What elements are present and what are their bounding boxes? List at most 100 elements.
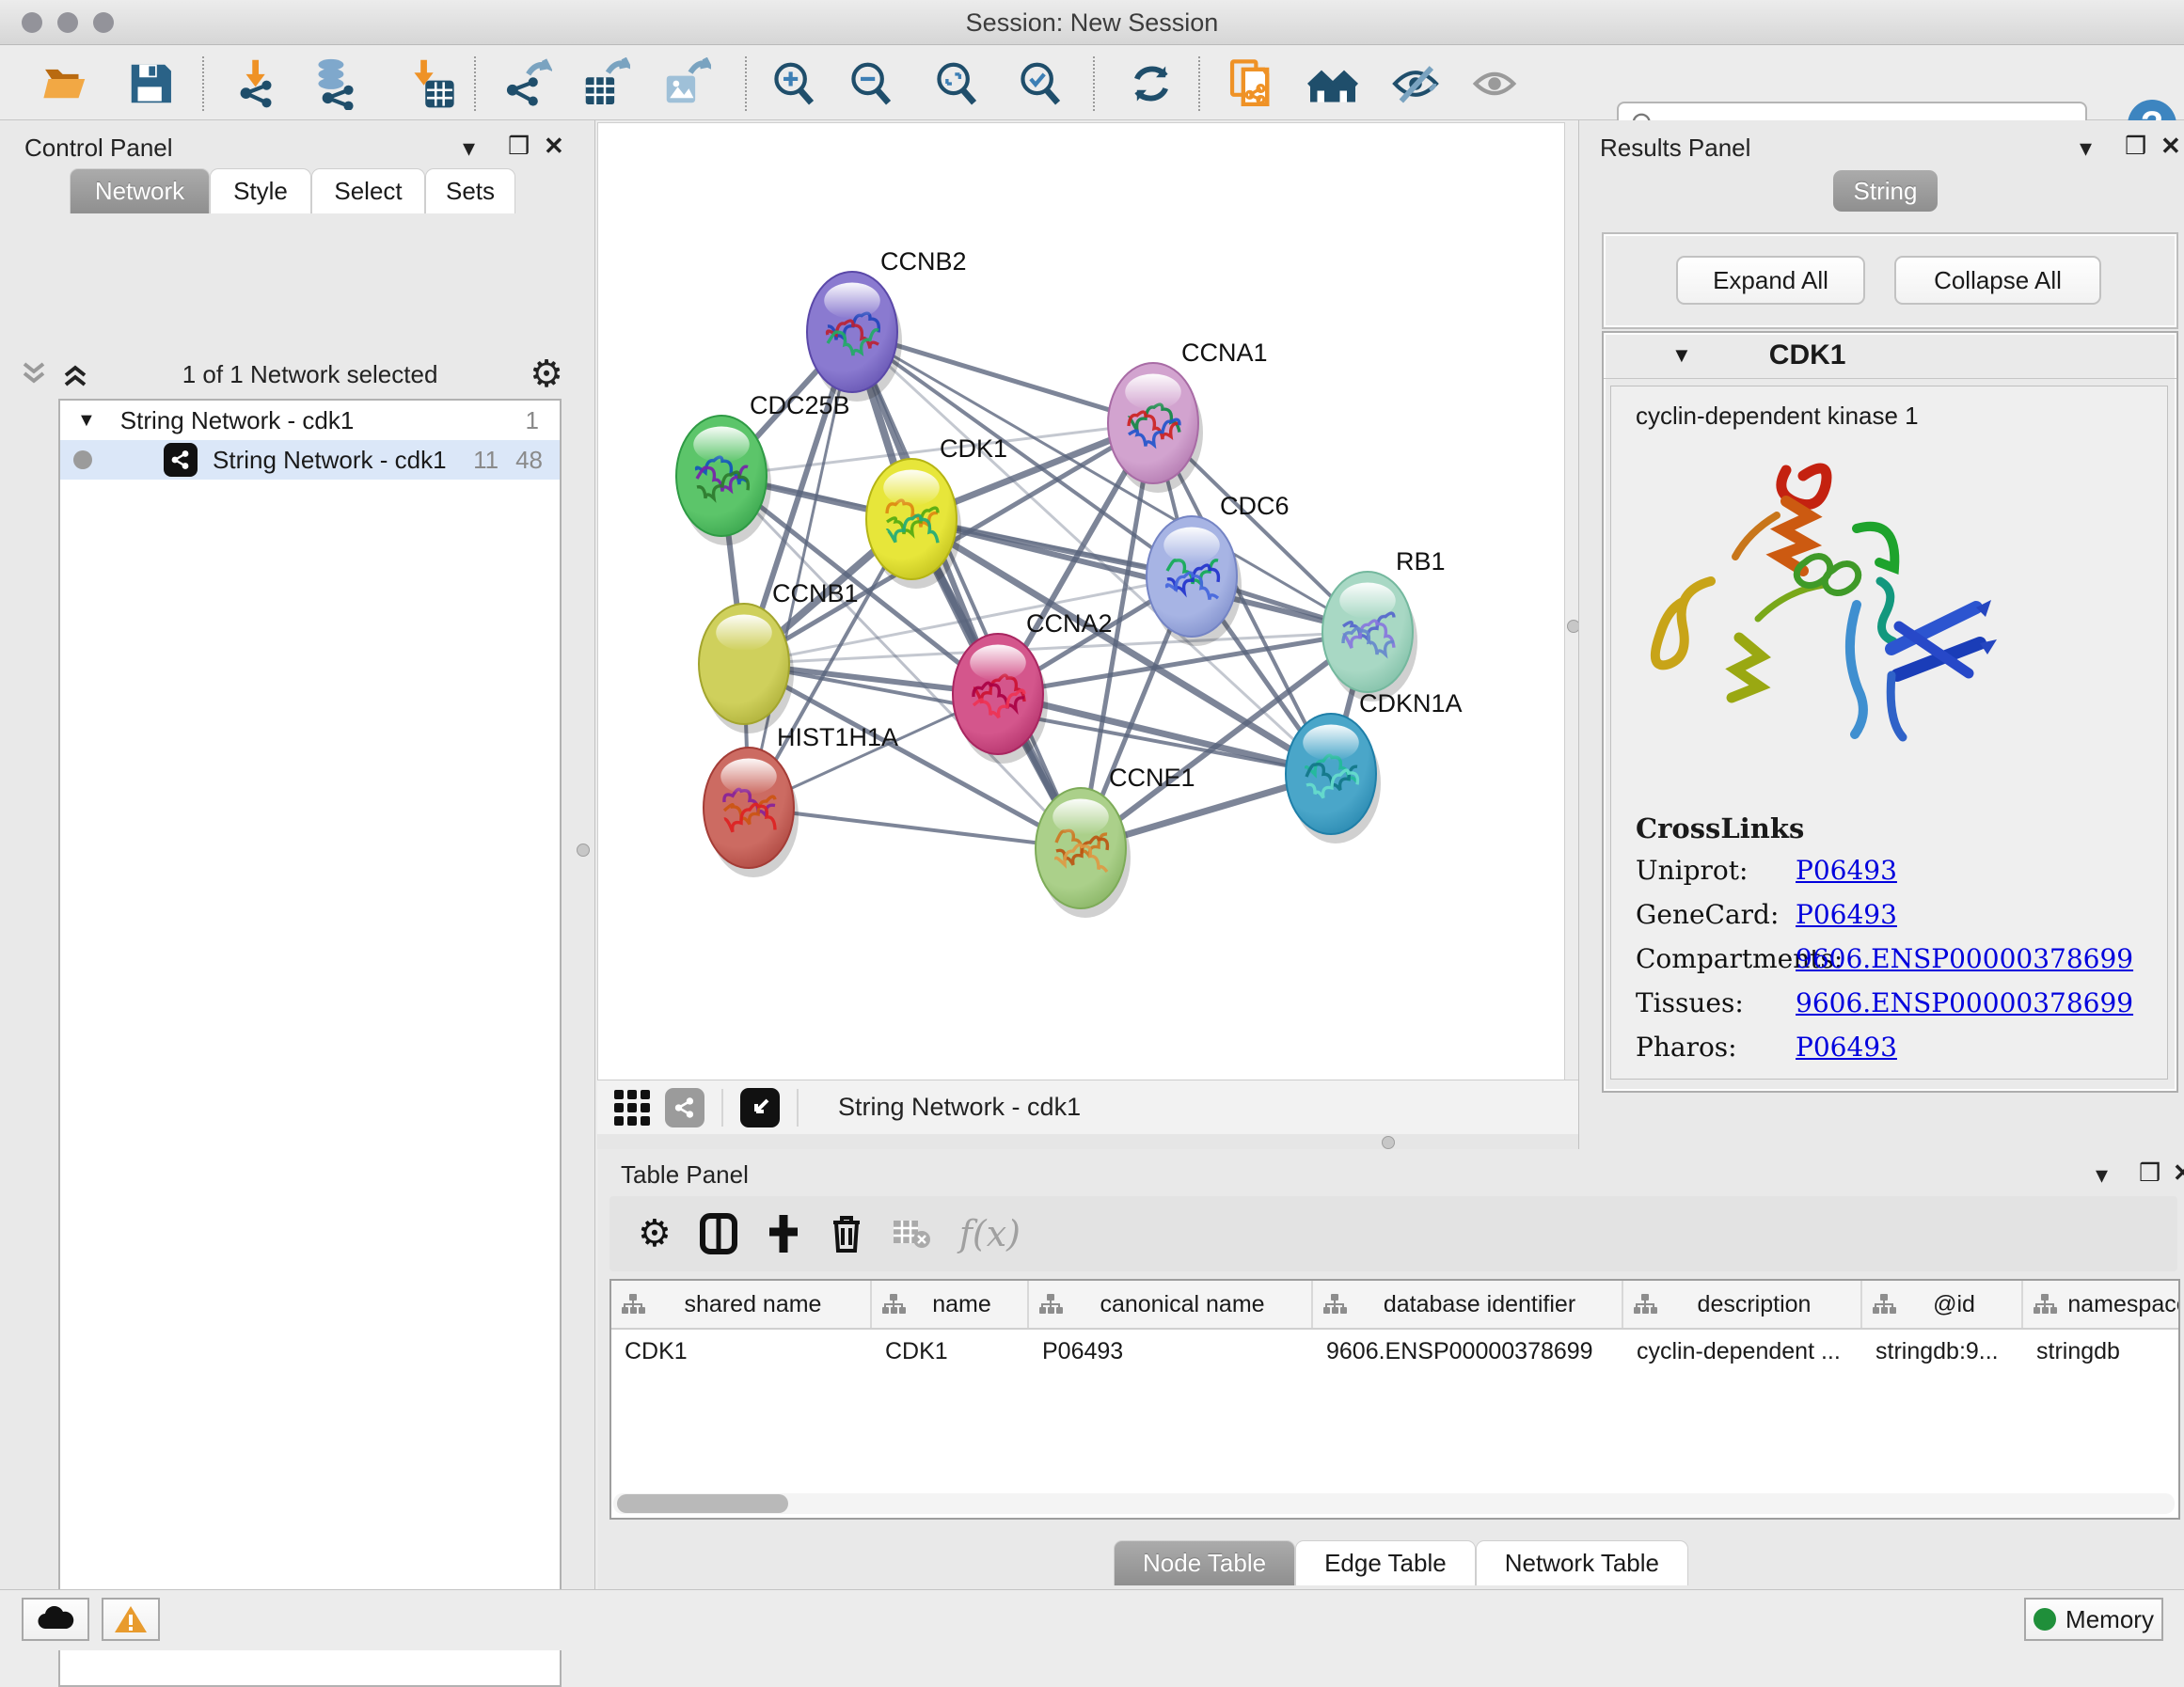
column-header-description[interactable]: description xyxy=(1623,1281,1862,1328)
edge-CCNB2-CCNE1[interactable] xyxy=(852,332,1081,848)
control-panel-close-icon[interactable]: ✕ xyxy=(544,132,564,161)
export-table-icon[interactable] xyxy=(579,58,630,109)
tree-expand-arrow-icon[interactable]: ▼ xyxy=(77,410,96,432)
node-CCNB2[interactable] xyxy=(807,272,902,402)
control-panel-title: Control Panel xyxy=(24,134,173,163)
create-column-plus-icon[interactable] xyxy=(766,1213,801,1254)
tab-sets[interactable]: Sets xyxy=(425,168,515,213)
refresh-icon[interactable] xyxy=(1126,58,1177,109)
node-CDC6[interactable] xyxy=(1147,516,1242,646)
node-CDKN1A[interactable] xyxy=(1286,714,1381,844)
crosslink-tissues-link[interactable]: 9606.ENSP00000378699 xyxy=(1796,987,2133,1018)
tab-network-table[interactable]: Network Table xyxy=(1476,1540,1688,1585)
import-network-database-icon[interactable] xyxy=(310,58,361,109)
delete-column-trash-icon[interactable] xyxy=(830,1213,863,1254)
memory-button[interactable]: Memory xyxy=(2024,1598,2163,1641)
table-horizontal-scrollbar[interactable] xyxy=(613,1493,2175,1514)
expand-all-icon[interactable] xyxy=(60,360,90,388)
table-settings-gear-icon[interactable]: ⚙ xyxy=(638,1212,672,1255)
crosslink-uniprot-link[interactable]: P06493 xyxy=(1796,855,1897,886)
copy-network-style-icon[interactable] xyxy=(1227,58,1278,109)
open-session-icon[interactable] xyxy=(40,58,91,109)
detach-view-icon[interactable] xyxy=(740,1088,780,1127)
results-panel-maximize-icon[interactable]: ❒ xyxy=(2125,132,2146,161)
tab-network[interactable]: Network xyxy=(70,168,210,213)
cell-canonicalname[interactable]: P06493 xyxy=(1029,1338,1313,1365)
cell-sharedname[interactable]: CDK1 xyxy=(611,1338,872,1365)
export-image-icon[interactable] xyxy=(660,58,711,109)
birds-eye-view-icon[interactable] xyxy=(1307,58,1358,109)
network-tree-root-row[interactable]: ▼ String Network - cdk1 1 xyxy=(60,401,560,440)
collapse-all-icon[interactable] xyxy=(19,360,49,388)
collapse-arrow-icon[interactable]: ▼ xyxy=(1671,343,1692,368)
edge-CDK1-RB1[interactable] xyxy=(911,519,1368,632)
table-panel-maximize-icon[interactable]: ❒ xyxy=(2139,1159,2160,1188)
zoom-out-icon[interactable] xyxy=(846,58,896,109)
column-header-canonicalname[interactable]: canonical name xyxy=(1029,1281,1313,1328)
column-header-id[interactable]: @id xyxy=(1862,1281,2023,1328)
expand-all-button[interactable]: Expand All xyxy=(1676,256,1865,305)
node-table: shared namenamecanonical namedatabase id… xyxy=(609,1279,2180,1520)
control-panel-maximize-icon[interactable]: ❒ xyxy=(508,132,530,161)
tab-edge-table[interactable]: Edge Table xyxy=(1295,1540,1476,1585)
node-CCNB1[interactable] xyxy=(699,604,794,733)
table-row[interactable]: CDK1CDK1P064939606.ENSP00000378699cyclin… xyxy=(611,1330,2178,1373)
scrollbar-thumb[interactable] xyxy=(617,1494,788,1513)
splitter-handle[interactable] xyxy=(1382,1136,1395,1149)
export-network-icon[interactable] xyxy=(501,58,552,109)
import-table-icon[interactable] xyxy=(406,58,457,109)
network-view-icon[interactable] xyxy=(665,1088,704,1127)
node-RB1[interactable] xyxy=(1322,572,1417,702)
results-panel-close-icon[interactable]: ✕ xyxy=(2160,132,2181,161)
grid-view-icon[interactable] xyxy=(612,1088,652,1127)
column-header-sharedname[interactable]: shared name xyxy=(611,1281,872,1328)
column-header-name[interactable]: name xyxy=(872,1281,1029,1328)
function-builder-icon: f(x) xyxy=(959,1213,1021,1254)
node-label-CCNE1: CCNE1 xyxy=(1109,764,1195,792)
table-panel-title: Table Panel xyxy=(621,1160,749,1190)
zoom-fit-icon[interactable] xyxy=(931,58,982,109)
tab-style[interactable]: Style xyxy=(210,168,311,213)
table-panel-close-icon[interactable]: ✕ xyxy=(2173,1159,2184,1188)
node-HIST1H1A[interactable] xyxy=(704,748,799,877)
show-columns-icon[interactable] xyxy=(700,1213,737,1254)
save-session-icon[interactable] xyxy=(125,58,176,109)
toolbar-divider xyxy=(745,56,747,111)
cell-name[interactable]: CDK1 xyxy=(872,1338,1029,1365)
network-tree-item-row[interactable]: String Network - cdk1 11 48 xyxy=(60,440,560,480)
eye-icon[interactable] xyxy=(1469,58,1520,109)
crosslink-pharos-link[interactable]: P06493 xyxy=(1796,1032,1897,1063)
cell-databaseidentifier[interactable]: 9606.ENSP00000378699 xyxy=(1313,1338,1623,1365)
node-CDK1[interactable] xyxy=(866,459,961,589)
cell-description[interactable]: cyclin-dependent ... xyxy=(1623,1338,1862,1365)
collapse-all-button[interactable]: Collapse All xyxy=(1894,256,2101,305)
zoom-selected-icon[interactable] xyxy=(1015,58,1066,109)
protein-description: cyclin-dependent kinase 1 xyxy=(1636,402,2167,431)
current-network-name: String Network - cdk1 xyxy=(838,1093,1081,1122)
import-network-file-icon[interactable] xyxy=(233,58,284,109)
column-header-namespace[interactable]: namespace xyxy=(2023,1281,2180,1328)
node-CCNE1[interactable] xyxy=(1036,788,1131,918)
zoom-in-icon[interactable] xyxy=(768,58,819,109)
memory-label: Memory xyxy=(2065,1605,2154,1634)
crosslink-compartments-link[interactable]: 9606.ENSP00000378699 xyxy=(1796,943,2133,974)
control-panel-float-icon[interactable]: ▾ xyxy=(463,134,475,163)
table-panel-float-icon[interactable]: ▾ xyxy=(2096,1160,2108,1190)
tab-node-table[interactable]: Node Table xyxy=(1114,1540,1295,1585)
column-header-databaseidentifier[interactable]: database identifier xyxy=(1313,1281,1623,1328)
network-canvas[interactable]: CCNB2CCNA1CDC25BCDK1CDC6RB1CCNB1CCNA2CDK… xyxy=(597,122,1565,1081)
warning-button[interactable] xyxy=(102,1598,160,1641)
results-panel-float-icon[interactable]: ▾ xyxy=(2080,134,2092,163)
node-CCNA2[interactable] xyxy=(953,634,1048,764)
gear-icon[interactable]: ⚙ xyxy=(530,353,563,396)
results-button-bar: Expand All Collapse All xyxy=(1602,232,2178,329)
crosslink-genecard-link[interactable]: P06493 xyxy=(1796,899,1897,930)
cell-id[interactable]: stringdb:9... xyxy=(1862,1338,2023,1365)
edge-HIST1H1A-CCNE1[interactable] xyxy=(749,808,1081,848)
left-splitter-handle[interactable] xyxy=(577,844,590,857)
tab-select[interactable]: Select xyxy=(311,168,425,213)
cloud-button[interactable] xyxy=(22,1598,89,1641)
show-hide-graphics-icon[interactable] xyxy=(1390,58,1441,109)
tab-string[interactable]: String xyxy=(1833,170,1938,212)
cell-namespace[interactable]: stringdb xyxy=(2023,1338,2180,1365)
